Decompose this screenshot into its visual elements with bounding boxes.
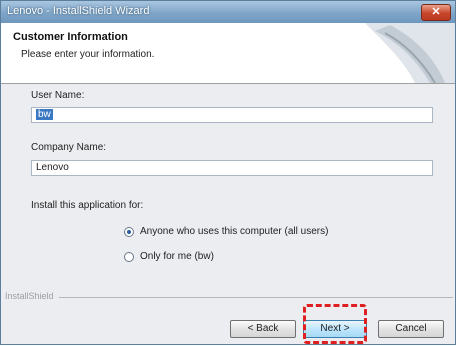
user-name-label: User Name: xyxy=(31,90,85,101)
company-name-label: Company Name: xyxy=(31,142,107,153)
radio-only-me-label[interactable]: Only for me (bw) xyxy=(140,251,214,262)
back-button[interactable]: < Back xyxy=(230,320,296,338)
header-art-icon xyxy=(365,23,455,83)
title-bar: Lenovo - InstallShield Wizard ✕ xyxy=(1,1,455,24)
install-for-label: Install this application for: xyxy=(31,200,144,211)
radio-only-me[interactable] xyxy=(124,252,134,262)
page-subtitle: Please enter your information. xyxy=(21,49,155,60)
installer-window: Lenovo - InstallShield Wizard ✕ Customer… xyxy=(0,0,456,345)
close-button[interactable]: ✕ xyxy=(421,4,451,21)
radio-all-users[interactable] xyxy=(124,227,134,237)
user-name-value: bw xyxy=(36,109,53,120)
page-title: Customer Information xyxy=(13,31,128,43)
window-title: Lenovo - InstallShield Wizard xyxy=(7,5,150,17)
next-button-highlight xyxy=(303,304,367,344)
company-name-field[interactable]: Lenovo xyxy=(31,160,433,176)
cancel-button[interactable]: Cancel xyxy=(378,320,444,338)
user-name-field[interactable]: bw xyxy=(31,107,433,123)
wizard-header: Customer Information Please enter your i… xyxy=(1,23,455,84)
installshield-brand: InstallShield xyxy=(5,291,54,301)
footer-divider xyxy=(59,297,453,298)
radio-all-users-label[interactable]: Anyone who uses this computer (all users… xyxy=(140,226,328,237)
